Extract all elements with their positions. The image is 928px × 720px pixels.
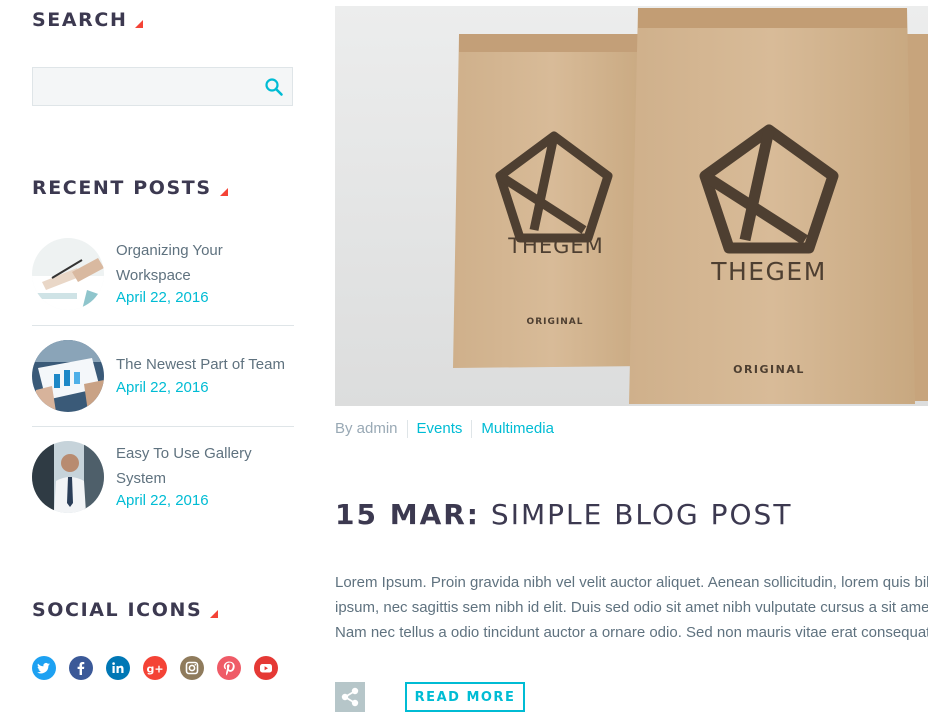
front-bag-label: ORIGINAL: [733, 363, 805, 376]
recent-post-title[interactable]: The Newest Part of Team: [116, 352, 296, 377]
back-bag-brand: THEGEM: [507, 234, 604, 258]
excerpt-line: ipsum, nec sagittis sem nibh id elit. Du…: [335, 599, 928, 616]
excerpt-line: Lorem Ipsum. Proin gravida nibh vel veli…: [335, 574, 928, 591]
post-divider: [32, 325, 294, 326]
post-divider: [32, 426, 294, 427]
post-title-name: SIMPLE BLOG POST: [490, 498, 793, 531]
title-marker-icon: [135, 20, 144, 28]
share-icon: [341, 687, 359, 707]
hands-writing-icon[interactable]: [32, 238, 104, 310]
search-widget-title: SEARCH: [32, 9, 144, 31]
social-icons-title-text: SOCIAL ICONS: [32, 599, 203, 621]
front-bag-brand: THEGEM: [710, 257, 827, 286]
post-featured-image[interactable]: THEGEM ORIGINAL THEGEM ORIGINAL: [335, 6, 928, 406]
post-meta: By admin Events Multimedia: [335, 420, 554, 439]
share-button[interactable]: [335, 682, 365, 712]
instagram-icon[interactable]: [180, 656, 204, 680]
category-link-multimedia[interactable]: Multimedia: [481, 420, 554, 438]
post-title[interactable]: 15 MAR: SIMPLE BLOG POST: [335, 498, 792, 531]
recent-post-title[interactable]: Easy To Use Gallery System: [116, 441, 296, 491]
title-marker-icon: [219, 188, 228, 196]
recent-post-date[interactable]: April 22, 2016: [116, 492, 209, 509]
meta-separator: [406, 420, 408, 439]
title-marker-icon: [210, 610, 219, 618]
google-plus-icon[interactable]: g+: [143, 656, 167, 680]
businessman-icon[interactable]: [32, 441, 104, 513]
recent-posts-widget-title: RECENT POSTS: [32, 177, 228, 199]
recent-post-title[interactable]: Organizing Your Workspace: [116, 238, 296, 288]
search-box: [32, 67, 293, 106]
category-link-events[interactable]: Events: [417, 420, 463, 438]
meta-separator: [471, 420, 473, 439]
excerpt-line: Nam nec tellus a odio tincidunt auctor a…: [335, 624, 928, 641]
pinterest-icon[interactable]: [217, 656, 241, 680]
linkedin-icon[interactable]: [106, 656, 130, 680]
svg-text:g+: g+: [147, 663, 164, 676]
facebook-icon[interactable]: [69, 656, 93, 680]
recent-post-date[interactable]: April 22, 2016: [116, 289, 209, 306]
back-bag-label: ORIGINAL: [527, 317, 584, 327]
post-excerpt: Lorem Ipsum. Proin gravida nibh vel veli…: [335, 570, 928, 645]
post-author[interactable]: By admin: [335, 420, 398, 438]
twitter-icon[interactable]: [32, 656, 56, 680]
post-title-date: 15 MAR:: [335, 498, 481, 531]
search-icon[interactable]: [264, 77, 284, 97]
youtube-icon[interactable]: [254, 656, 278, 680]
tablet-chart-icon[interactable]: [32, 340, 104, 412]
search-input[interactable]: [33, 68, 268, 105]
recent-posts-title-text: RECENT POSTS: [32, 177, 212, 199]
read-more-button[interactable]: READ MORE: [405, 682, 525, 712]
social-icons-widget-title: SOCIAL ICONS: [32, 599, 219, 621]
recent-post-date[interactable]: April 22, 2016: [116, 379, 209, 396]
search-title-text: SEARCH: [32, 9, 128, 31]
